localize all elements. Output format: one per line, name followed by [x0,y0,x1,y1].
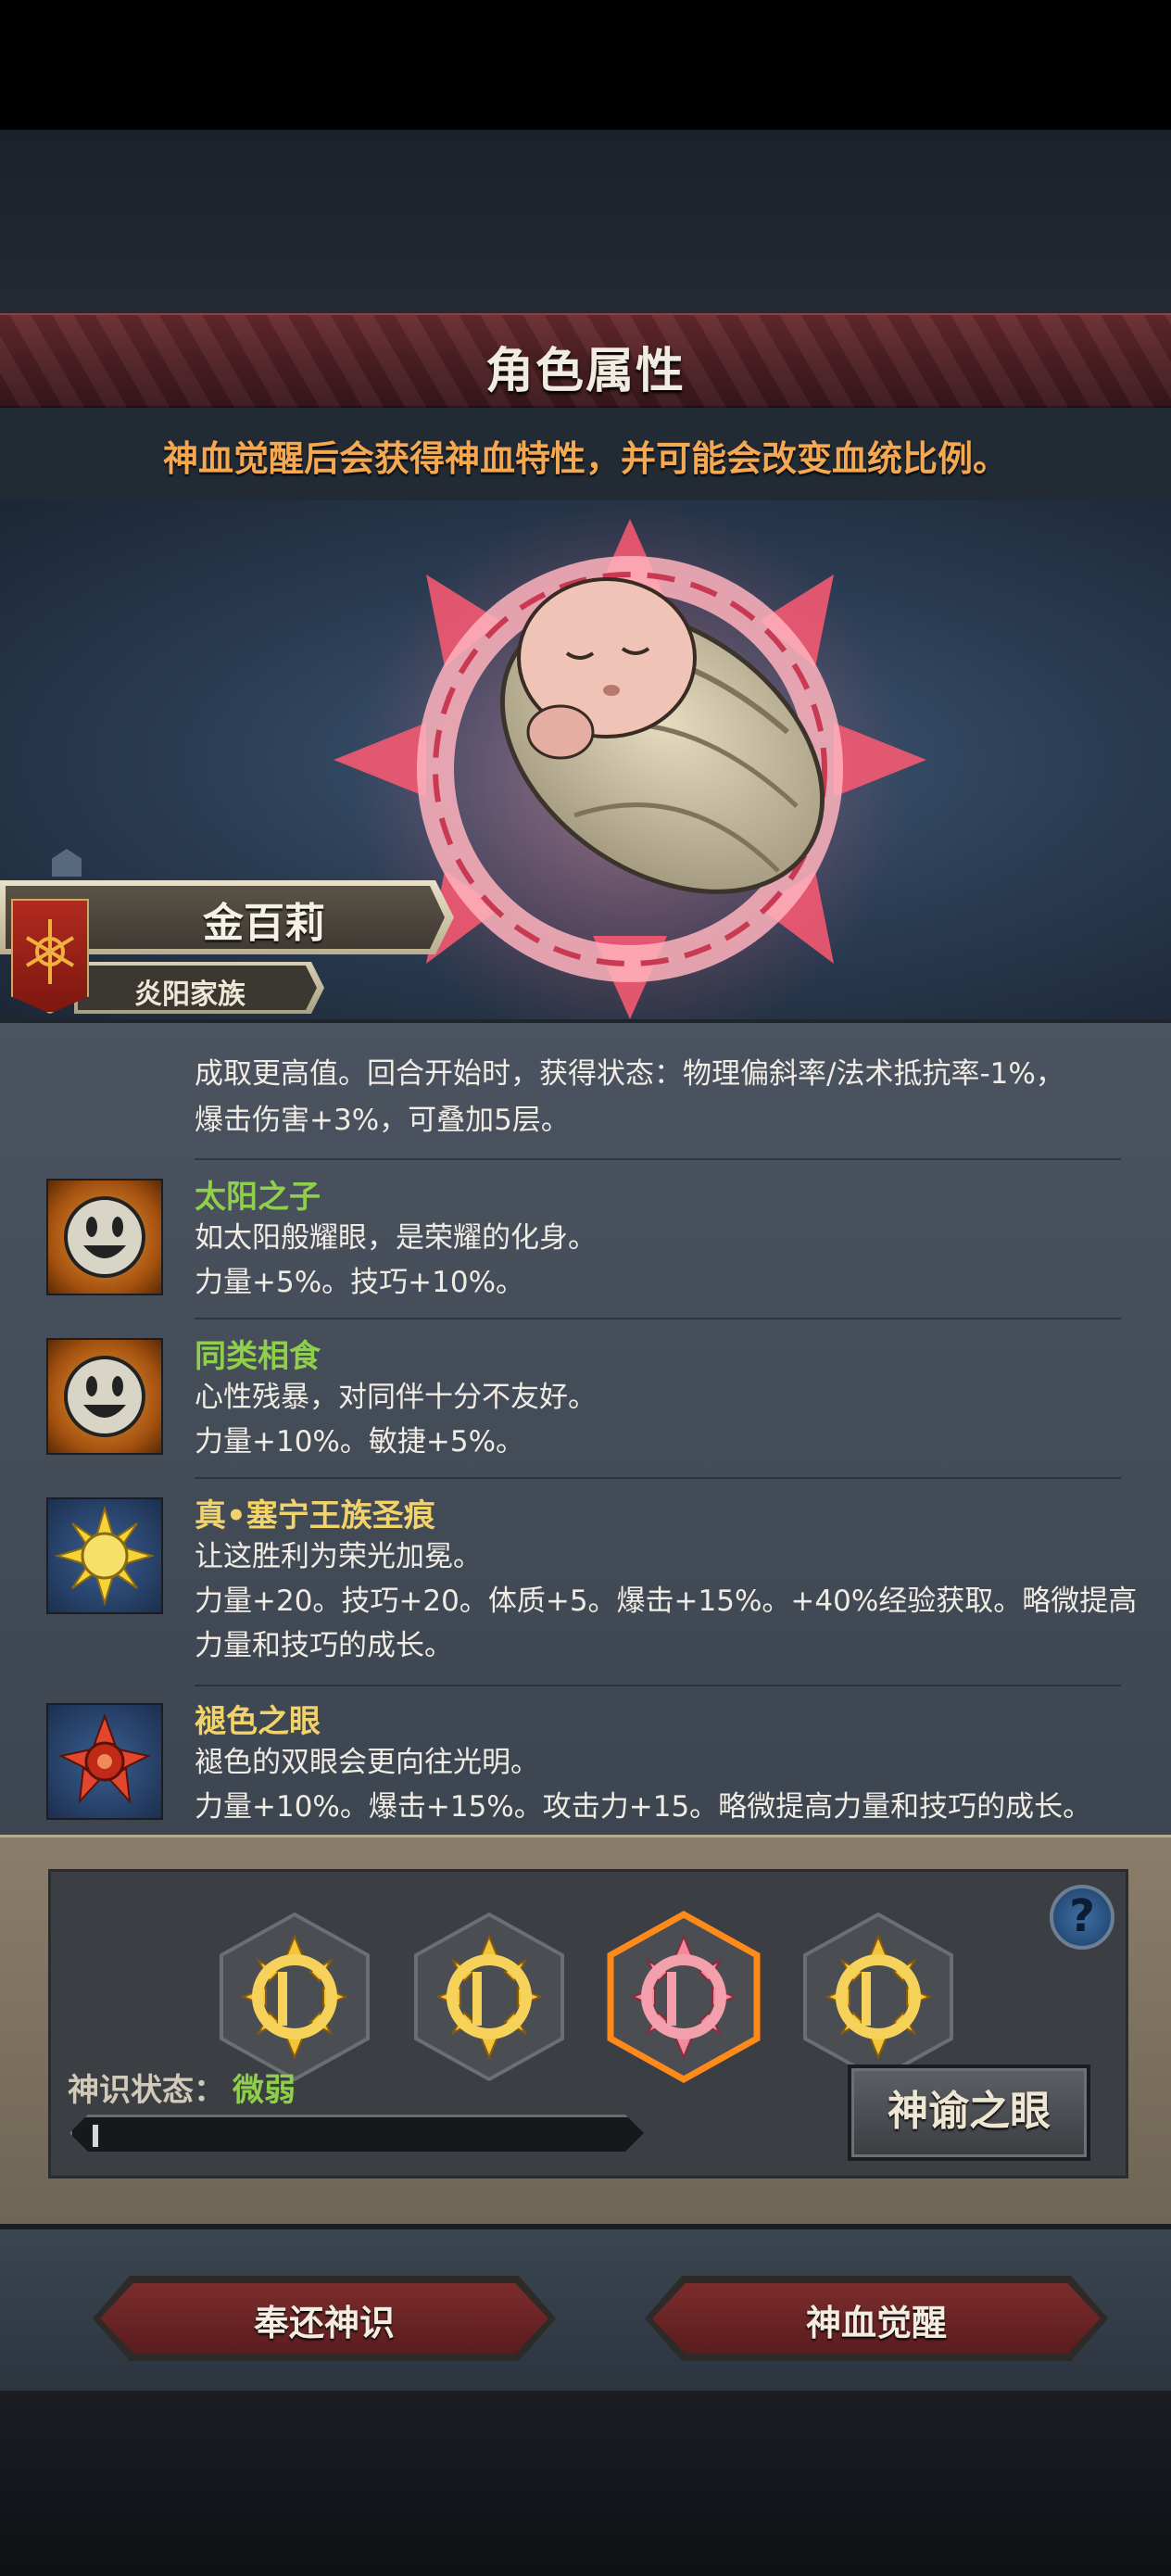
divider [195,1477,1121,1479]
divine-slot-4[interactable] [800,1911,957,2083]
clipped-top-line: 暴怒之力，力量，技巧，体质会自动提升，可叠加一层，暴击伤害 [195,1019,1121,1023]
trait-title: 同类相食 [195,1338,321,1375]
gold-sun-ring-icon [803,1912,953,2082]
golden-sun-icon [46,1497,163,1614]
gold-sun-ring-icon [220,1912,370,2082]
trait-description: 褪色的双眼会更向往光明。 [195,1746,539,1779]
oracle-eye-button[interactable]: 神谕之眼 [848,2065,1090,2161]
blood-awaken-button[interactable]: 神血觉醒 [645,2276,1108,2361]
notice-bar: 神血觉醒后会获得神血特性，并可能会改变血统比例。 [0,408,1171,500]
clipped-line-2: 爆击伤害+3%，可叠加5层。 [195,1104,570,1137]
clipped-line-1: 成取更高值。回合开始时，获得状态：物理偏斜率/法术抵抗率-1%， [195,1057,1064,1091]
background-band [0,130,1171,315]
page-title: 角色属性 [485,344,686,399]
crest-emblem-icon [25,919,75,984]
trait-description: 如太阳般耀眼，是荣耀的化身。 [195,1221,597,1255]
golden-sun-icon-graphic [54,1505,156,1607]
status-bar-area [0,0,1171,130]
trait-list[interactable]: 暴怒之力，力量，技巧，体质会自动提升，可叠加一层，暴击伤害 成取更高值。回合开始… [0,1019,1171,1838]
awakening-panel: ? 神识状态： 微弱 神谕之眼 [0,1835,1171,2227]
smiley-face-icon-graphic [64,1356,145,1437]
bottom-action-bar: 奉还神识 神血觉醒 [0,2224,1171,2396]
trait-effect: 力量+10%。爆击+15%。攻击力+15。略微提高力量和技巧的成长。 [195,1790,1092,1824]
red-flower-icon-graphic [58,1713,151,1804]
trait-effect: 力量+20。技巧+20。体质+5。爆击+15%。+40%经验获取。略微提高力量和… [195,1585,1138,1662]
trait-title: 褪色之眼 [195,1703,321,1740]
title-bar: 角色属性 [0,313,1171,410]
divider [195,1158,1121,1160]
family-name: 炎阳家族 [134,979,246,1011]
progress-fill [93,2125,98,2147]
smiley-face-icon [46,1338,163,1455]
blood-awaken-label: 神血觉醒 [805,2303,947,2343]
family-crest-icon [11,899,89,1014]
divider [195,1685,1121,1686]
trait-desc: 褪色的双眼会更向往光明。 力量+10%。爆击+15%。攻击力+15。略微提高力量… [195,1740,1158,1829]
trait-desc: 心性残暴，对同伴十分不友好。 力量+10%。敏捷+5%。 [195,1375,1158,1464]
trait-description: 让这胜利为荣光加冕。 [195,1540,482,1573]
return-divine-label: 奉还神识 [253,2303,395,2343]
trait-desc: 让这胜利为荣光加冕。 力量+20。技巧+20。体质+5。爆击+15%。+40%经… [195,1534,1158,1668]
divine-status-label: 神识状态： [68,2072,225,2109]
trait-effect: 力量+10%。敏捷+5%。 [195,1425,525,1458]
divider [195,1318,1121,1320]
trait-description: 心性残暴，对同伴十分不友好。 [195,1381,597,1414]
notice-text: 神血觉醒后会获得神血特性，并可能会改变血统比例。 [162,438,1008,479]
red-flower-icon [46,1703,163,1820]
smiley-face-icon-graphic [64,1196,145,1278]
divine-slot-3-selected[interactable] [605,1910,762,2084]
divine-slot-2[interactable] [410,1911,568,2083]
trait-title: 太阳之子 [195,1179,321,1216]
red-sun-ring-icon [607,1910,761,2084]
divine-progress-bar [69,2115,644,2152]
return-divine-button[interactable]: 奉还神识 [93,2276,556,2361]
gold-sun-ring-icon [414,1912,564,2082]
clipped-trait-text: 暴怒之力，力量，技巧，体质会自动提升，可叠加一层，暴击伤害 成取更高值。回合开始… [195,1023,1121,1143]
divine-slot-1[interactable] [216,1911,373,2083]
name-plate: 金百莉 炎阳家族 [0,849,463,1019]
divine-status-value: 微弱 [233,2072,296,2109]
trait-effect: 力量+5%。技巧+10%。 [195,1266,525,1299]
awakening-inner: ? 神识状态： 微弱 神谕之眼 [48,1869,1128,2178]
help-icon[interactable]: ? [1050,1885,1114,1950]
trait-desc: 如太阳般耀眼，是荣耀的化身。 力量+5%。技巧+10%。 [195,1216,1158,1305]
divine-status: 神识状态： 微弱 [68,2065,296,2110]
trait-title: 真•塞宁王族圣痕 [195,1497,435,1534]
smiley-face-icon [46,1179,163,1295]
bottom-background [0,2391,1171,2576]
